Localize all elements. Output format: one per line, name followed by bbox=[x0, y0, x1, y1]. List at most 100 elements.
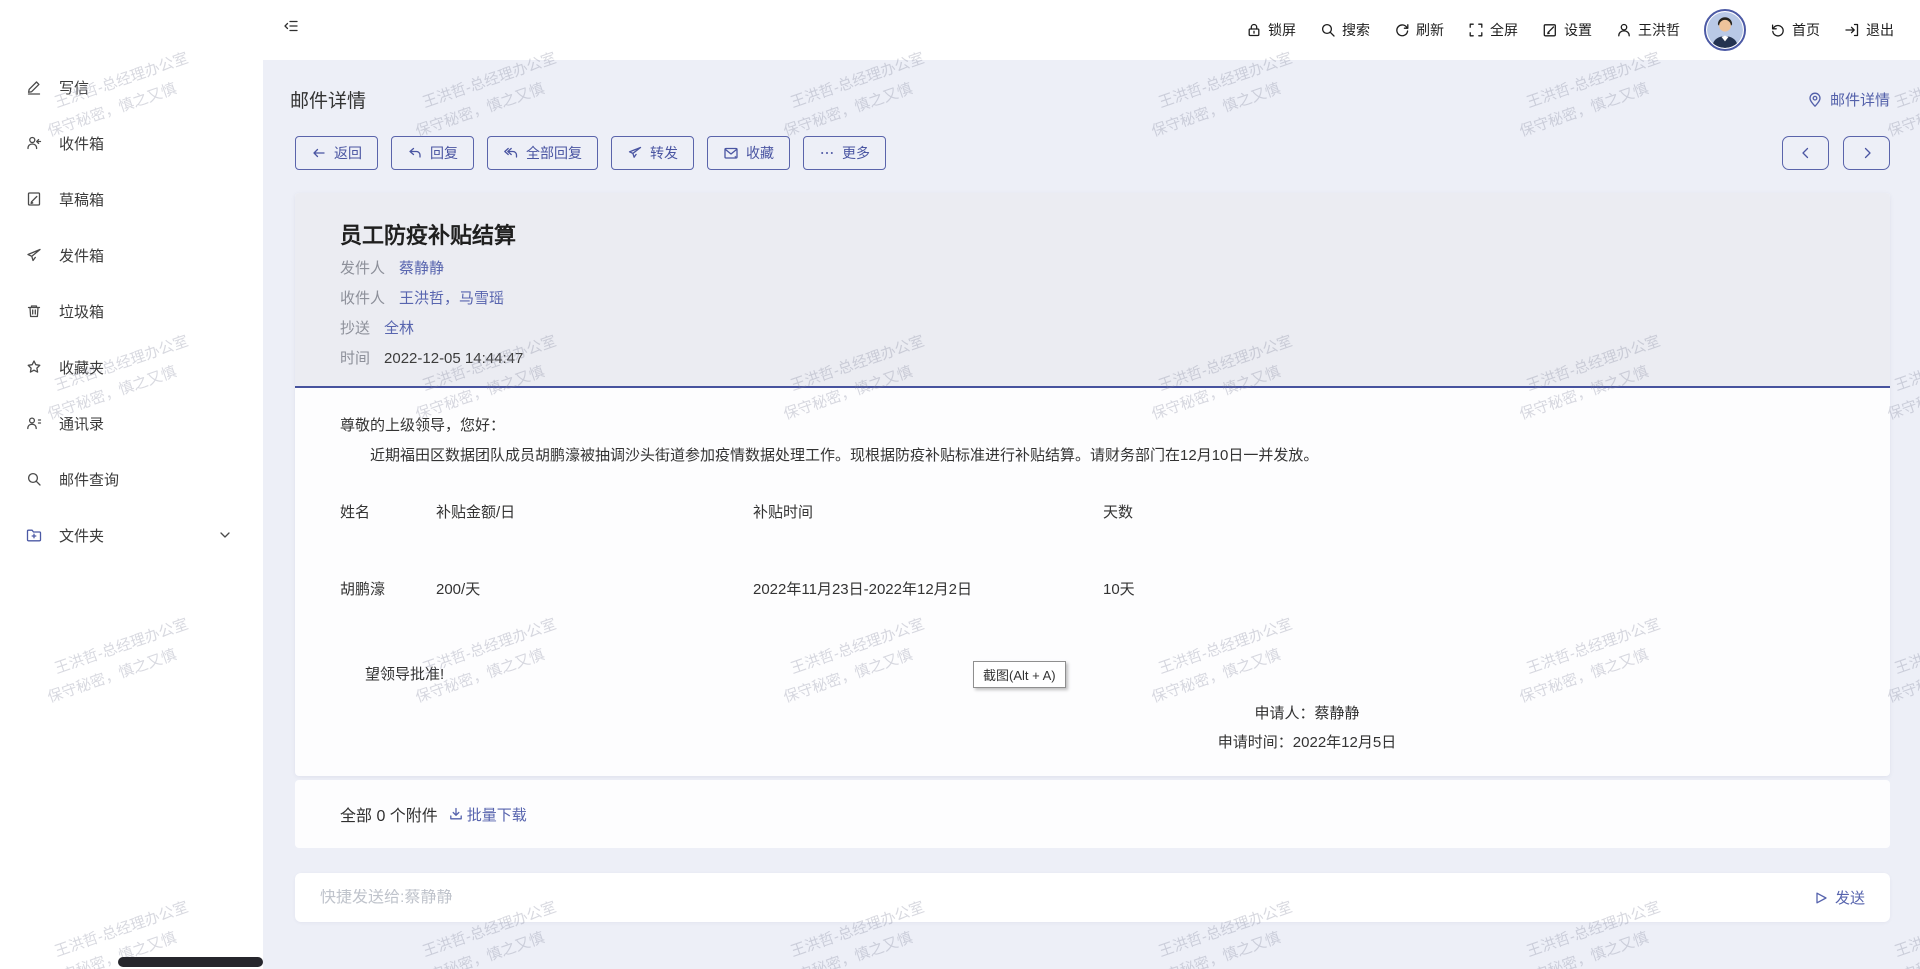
topbar-fullscreen-button[interactable]: 全屏 bbox=[1468, 20, 1518, 40]
sidebar-item-label: 垃圾箱 bbox=[59, 301, 104, 322]
applicant-line: 申请人：蔡静静 bbox=[1182, 699, 1432, 728]
sidebar-item-folders[interactable]: 文件夹 bbox=[0, 507, 263, 563]
batch-download-label: 批量下载 bbox=[467, 804, 527, 825]
sidebar-item-label: 写信 bbox=[59, 77, 89, 98]
download-icon bbox=[448, 806, 464, 822]
mail-meta-row: 时间 2022-12-05 14:44:47 bbox=[340, 348, 1890, 370]
meta-value[interactable]: 全林 bbox=[384, 318, 414, 340]
back-button-label: 返回 bbox=[334, 143, 362, 163]
mail-app: 锁屏搜索刷新全屏设置王洪哲 首页退出 有生集团 写信收件箱草稿箱发件箱垃圾箱收藏… bbox=[0, 0, 1920, 969]
mail-toolbar: 返回 回复 全部回复 转发 收藏 更多 bbox=[295, 136, 1890, 170]
sidebar-item-trash[interactable]: 垃圾箱 bbox=[0, 283, 263, 339]
mail-meta-row: 抄送全林 bbox=[340, 318, 1890, 340]
topbar-home-button[interactable]: 首页 bbox=[1770, 20, 1820, 40]
mail-detail-card: 员工防疫补贴结算 发件人蔡静静收件人王洪哲，马雪瑶抄送全林时间2022-12-0… bbox=[295, 193, 1890, 776]
table-cell: 200/天 bbox=[436, 578, 753, 599]
sidebar-collapse-icon[interactable] bbox=[283, 18, 299, 34]
topbar-lock-screen-button[interactable]: 锁屏 bbox=[1246, 20, 1296, 40]
trash-icon bbox=[26, 303, 42, 319]
table-header-cell: 姓名 bbox=[340, 501, 436, 522]
more-icon bbox=[819, 145, 835, 161]
reply-all-button-label: 全部回复 bbox=[526, 143, 582, 163]
edit-square-icon bbox=[1542, 22, 1558, 38]
collect-button-label: 收藏 bbox=[746, 143, 774, 163]
table-header-row: 姓名补贴金额/日补贴时间天数 bbox=[340, 501, 1845, 522]
search-icon bbox=[1320, 22, 1336, 38]
topbar-search-button[interactable]: 搜索 bbox=[1320, 20, 1370, 40]
sidebar-item-contacts[interactable]: 通讯录 bbox=[0, 395, 263, 451]
pencil-icon bbox=[26, 79, 42, 95]
topbar-refresh-button[interactable]: 刷新 bbox=[1394, 20, 1444, 40]
apply-date-line: 申请时间：2022年12月5日 bbox=[1182, 728, 1432, 757]
chevron-right-icon bbox=[1859, 145, 1875, 161]
topbar-home-label: 首页 bbox=[1792, 20, 1820, 40]
meta-value[interactable]: 王洪哲，马雪瑶 bbox=[399, 288, 504, 310]
send-triangle-icon bbox=[1813, 890, 1829, 906]
reply-all-icon bbox=[503, 145, 519, 161]
folder-plus-icon bbox=[26, 527, 42, 543]
page-title: 邮件详情 bbox=[290, 86, 366, 113]
home-icon bbox=[1770, 22, 1786, 38]
meta-label: 抄送 bbox=[340, 318, 370, 340]
table-header-cell: 天数 bbox=[1103, 501, 1845, 522]
mail-pager bbox=[1782, 136, 1890, 170]
breadcrumb: 邮件详情 bbox=[1807, 89, 1890, 110]
sidebar-item-label: 文件夹 bbox=[59, 525, 104, 546]
sidebar-item-mail-search[interactable]: 邮件查询 bbox=[0, 451, 263, 507]
attachments-bar: 全部 0 个附件 批量下载 bbox=[295, 780, 1890, 848]
topbar-fullscreen-label: 全屏 bbox=[1490, 20, 1518, 40]
topbar-current-user-label: 王洪哲 bbox=[1638, 20, 1680, 40]
topbar-refresh-label: 刷新 bbox=[1416, 20, 1444, 40]
meta-label: 时间 bbox=[340, 348, 370, 370]
topbar-logout-button[interactable]: 退出 bbox=[1844, 20, 1894, 40]
draft-icon bbox=[26, 191, 42, 207]
reply-button[interactable]: 回复 bbox=[391, 136, 474, 170]
more-button[interactable]: 更多 bbox=[803, 136, 886, 170]
topbar-settings-label: 设置 bbox=[1564, 20, 1592, 40]
topbar-lock-screen-label: 锁屏 bbox=[1268, 20, 1296, 40]
mail-meta-row: 发件人蔡静静 bbox=[340, 258, 1890, 280]
sidebar-item-label: 通讯录 bbox=[59, 413, 104, 434]
sidebar-item-inbox[interactable]: 收件箱 bbox=[0, 115, 263, 171]
quick-send-input[interactable] bbox=[320, 889, 1813, 907]
meta-value[interactable]: 蔡静静 bbox=[399, 258, 444, 280]
horizontal-scrollbar-thumb[interactable] bbox=[118, 957, 263, 967]
send-label: 发送 bbox=[1835, 887, 1865, 908]
meta-value: 2022-12-05 14:44:47 bbox=[384, 348, 523, 370]
send-plane-icon bbox=[26, 247, 42, 263]
forward-button[interactable]: 转发 bbox=[611, 136, 694, 170]
reply-all-button[interactable]: 全部回复 bbox=[487, 136, 598, 170]
topbar-settings-button[interactable]: 设置 bbox=[1542, 20, 1592, 40]
sidebar-item-drafts[interactable]: 草稿箱 bbox=[0, 171, 263, 227]
send-button[interactable]: 发送 bbox=[1813, 887, 1865, 908]
collect-button[interactable]: 收藏 bbox=[707, 136, 790, 170]
mail-subject: 员工防疫补贴结算 bbox=[340, 218, 1890, 250]
table-header-cell: 补贴金额/日 bbox=[436, 501, 753, 522]
sidebar-item-compose[interactable]: 写信 bbox=[0, 59, 263, 115]
topbar-actions: 锁屏 搜索 刷新 全屏 设置 王洪哲 首页 退出 bbox=[1246, 0, 1894, 60]
lock-icon bbox=[1246, 22, 1262, 38]
topbar-search-label: 搜索 bbox=[1342, 20, 1370, 40]
quick-send-bar: 发送 bbox=[295, 873, 1890, 922]
arrow-left-icon bbox=[311, 145, 327, 161]
more-button-label: 更多 bbox=[842, 143, 870, 163]
mail-body: 尊敬的上级领导，您好： 近期福田区数据团队成员胡鹏濠被抽调沙头街道参加疫情数据处… bbox=[295, 388, 1890, 774]
inbox-person-icon bbox=[26, 135, 42, 151]
sidebar-item-favorites[interactable]: 收藏夹 bbox=[0, 339, 263, 395]
reply-icon bbox=[407, 145, 423, 161]
chevron-left-icon bbox=[1798, 145, 1814, 161]
back-button[interactable]: 返回 bbox=[295, 136, 378, 170]
sidebar-item-label: 邮件查询 bbox=[59, 469, 119, 490]
sidebar-item-sent[interactable]: 发件箱 bbox=[0, 227, 263, 283]
chevron-down-icon bbox=[217, 527, 233, 543]
prev-mail-button[interactable] bbox=[1782, 136, 1829, 170]
breadcrumb-label: 邮件详情 bbox=[1830, 89, 1890, 110]
avatar[interactable] bbox=[1704, 9, 1746, 51]
sidebar-item-label: 收藏夹 bbox=[59, 357, 104, 378]
sidebar: 有生集团 写信收件箱草稿箱发件箱垃圾箱收藏夹通讯录邮件查询文件夹 bbox=[0, 0, 263, 969]
topbar-logout-label: 退出 bbox=[1866, 20, 1894, 40]
next-mail-button[interactable] bbox=[1843, 136, 1890, 170]
topbar-current-user-button[interactable]: 王洪哲 bbox=[1616, 20, 1680, 40]
batch-download-button[interactable]: 批量下载 bbox=[448, 804, 527, 825]
fullscreen-icon bbox=[1468, 22, 1484, 38]
